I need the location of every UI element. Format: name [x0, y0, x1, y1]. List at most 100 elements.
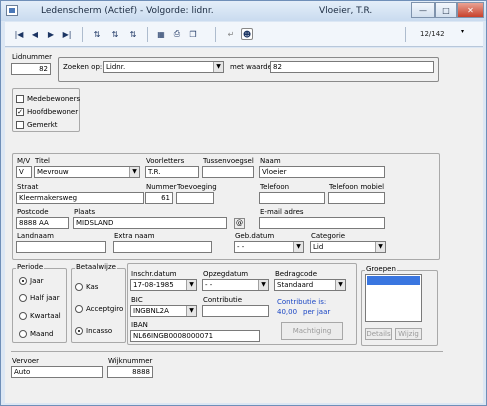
groepen-wijzig-button[interactable]: Wijzig: [395, 328, 422, 340]
bedragcode-select[interactable]: Standaard ▼: [274, 279, 346, 291]
betaalwijze-title: Betaalwijze: [75, 263, 117, 271]
plaats-field[interactable]: MIDSLAND: [73, 217, 227, 229]
first-record-icon[interactable]: |◀: [13, 28, 25, 40]
contributie-amount: 40,00: [277, 308, 298, 316]
medebewoners-checkbox[interactable]: [16, 95, 24, 103]
email-icon[interactable]: @: [234, 218, 245, 229]
periode-kwartaal-label: Kwartaal: [30, 312, 61, 320]
periode-jaar-radio[interactable]: [19, 277, 27, 285]
naam-label: Naam: [260, 157, 281, 165]
wijknummer-label: Wijknummer: [108, 357, 153, 365]
contributie-label: Contributie: [203, 296, 243, 304]
extra-naam-label: Extra naam: [114, 232, 155, 240]
chevron-down-icon: ▼: [186, 306, 196, 316]
record-counter: 12/142: [420, 30, 445, 38]
sort-asc-icon[interactable]: ⇅: [91, 28, 103, 40]
groepen-list[interactable]: [365, 274, 422, 322]
geb-datum-field[interactable]: - - ▼: [234, 241, 304, 253]
lidnummer-field[interactable]: 82: [11, 63, 51, 75]
copy-icon[interactable]: ❐: [187, 28, 199, 40]
categorie-label: Categorie: [311, 232, 346, 240]
extra-naam-field[interactable]: [113, 241, 212, 253]
betaalwijze-kas-label: Kas: [86, 283, 99, 291]
machtiging-button[interactable]: Machtiging: [281, 322, 343, 340]
toolbar-separator: [147, 27, 148, 42]
iban-label: IBAN: [131, 321, 148, 329]
periode-half-jaar-label: Half jaar: [30, 294, 60, 302]
bic-select[interactable]: INGBNL2A ▼: [130, 305, 197, 317]
periode-maand-radio[interactable]: [19, 330, 27, 338]
exit-icon[interactable]: ↵: [225, 28, 237, 40]
main-window: Ledenscherm (Actief) - Volgorde: lidnr. …: [0, 0, 487, 406]
opzegdatum-field[interactable]: - - ▼: [202, 279, 269, 291]
nummer-field[interactable]: 61: [145, 192, 173, 204]
geb-datum-label: Geb.datum: [235, 232, 275, 240]
hoofdbewoner-checkbox[interactable]: ✓: [16, 108, 24, 116]
mv-field[interactable]: V: [16, 166, 32, 178]
maximize-button[interactable]: □: [435, 2, 457, 18]
groepen-selected-row[interactable]: [367, 276, 420, 285]
naam-field[interactable]: Vloeier: [259, 166, 385, 178]
postcode-field[interactable]: 8888 AA: [16, 217, 69, 229]
landnaam-field[interactable]: [16, 241, 106, 253]
next-record-icon[interactable]: ▶: [45, 28, 57, 40]
betaalwijze-incasso-radio[interactable]: [75, 327, 83, 335]
print-icon[interactable]: ⎙: [171, 28, 183, 40]
telefoon-label: Telefoon: [260, 183, 290, 191]
nummer-label: Nummer: [146, 183, 177, 191]
search-value-input[interactable]: 82: [270, 61, 434, 73]
betaalwijze-incasso-label: Incasso: [86, 327, 113, 335]
toevoeging-label: Toevoeging: [177, 183, 217, 191]
tussenvoegsel-field[interactable]: [202, 166, 254, 178]
sort-desc-icon[interactable]: ⇅: [109, 28, 121, 40]
inschr-datum-field[interactable]: 17-08-1985 ▼: [130, 279, 197, 291]
gemerkt-checkbox[interactable]: [16, 121, 24, 129]
help-icon[interactable]: ☻: [241, 28, 253, 40]
email-field[interactable]: [259, 217, 385, 229]
straat-field[interactable]: Kleermakersweg: [16, 192, 144, 204]
periode-kwartaal-radio[interactable]: [19, 312, 27, 320]
close-button[interactable]: ✕: [457, 2, 484, 18]
gemerkt-label: Gemerkt: [27, 121, 58, 129]
record-counter-arrow-icon[interactable]: ▾: [461, 28, 464, 35]
periode-half-jaar-radio[interactable]: [19, 294, 27, 302]
prev-record-icon[interactable]: ◀: [29, 28, 41, 40]
tussenvoegsel-label: Tussenvoegsel: [203, 157, 254, 165]
telefoon-mobiel-field[interactable]: [328, 192, 385, 204]
voorletters-label: Voorletters: [146, 157, 185, 165]
toolbar: |◀ ◀ ▶ ▶| ⇅ ⇅ ⇅ ▦ ⎙ ❐ ↵ ☻ 12/142 ▾: [5, 22, 483, 47]
iban-field[interactable]: NL66INGB0008000071: [130, 330, 260, 342]
betaalwijze-acceptgiro-label: Acceptgiro: [86, 305, 124, 313]
geb-datum-value: - -: [237, 243, 245, 251]
groepen-details-button[interactable]: Details: [365, 328, 392, 340]
vervoer-field[interactable]: Auto: [11, 366, 103, 378]
last-record-icon[interactable]: ▶|: [61, 28, 73, 40]
contributie-field[interactable]: [202, 305, 269, 317]
landnaam-label: Landnaam: [17, 232, 54, 240]
minimize-button[interactable]: —: [411, 2, 435, 18]
hoofdbewoner-label: Hoofdbewoner: [27, 108, 79, 116]
categorie-value: Lid: [313, 243, 324, 251]
wijknummer-field[interactable]: 8888: [107, 366, 153, 378]
postcode-label: Postcode: [17, 208, 49, 216]
betaalwijze-acceptgiro-radio[interactable]: [75, 305, 83, 313]
form-area: Lidnummer 82 Zoeken op: Lidnr. ▼ met waa…: [5, 48, 483, 403]
inschr-datum-label: Inschr.datum: [131, 270, 177, 278]
categorie-select[interactable]: Lid ▼: [310, 241, 386, 253]
vervoer-label: Vervoer: [12, 357, 40, 365]
search-field-select[interactable]: Lidnr. ▼: [103, 61, 224, 73]
title-bar: Ledenscherm (Actief) - Volgorde: lidnr. …: [1, 1, 486, 21]
telefoon-field[interactable]: [259, 192, 325, 204]
titel-select[interactable]: Mevrouw ▼: [34, 166, 140, 178]
periode-jaar-label: Jaar: [30, 277, 44, 285]
toolbar-separator: [82, 27, 83, 42]
chevron-down-icon: ▼: [375, 242, 385, 252]
table-icon[interactable]: ▦: [155, 28, 167, 40]
toevoeging-field[interactable]: [176, 192, 214, 204]
chevron-down-icon: ▼: [335, 280, 345, 290]
sort-icon[interactable]: ⇅: [127, 28, 139, 40]
bic-value: INGBNL2A: [133, 307, 169, 315]
toolbar-separator: [405, 27, 406, 42]
voorletters-field[interactable]: T.R.: [145, 166, 199, 178]
betaalwijze-kas-radio[interactable]: [75, 283, 83, 291]
